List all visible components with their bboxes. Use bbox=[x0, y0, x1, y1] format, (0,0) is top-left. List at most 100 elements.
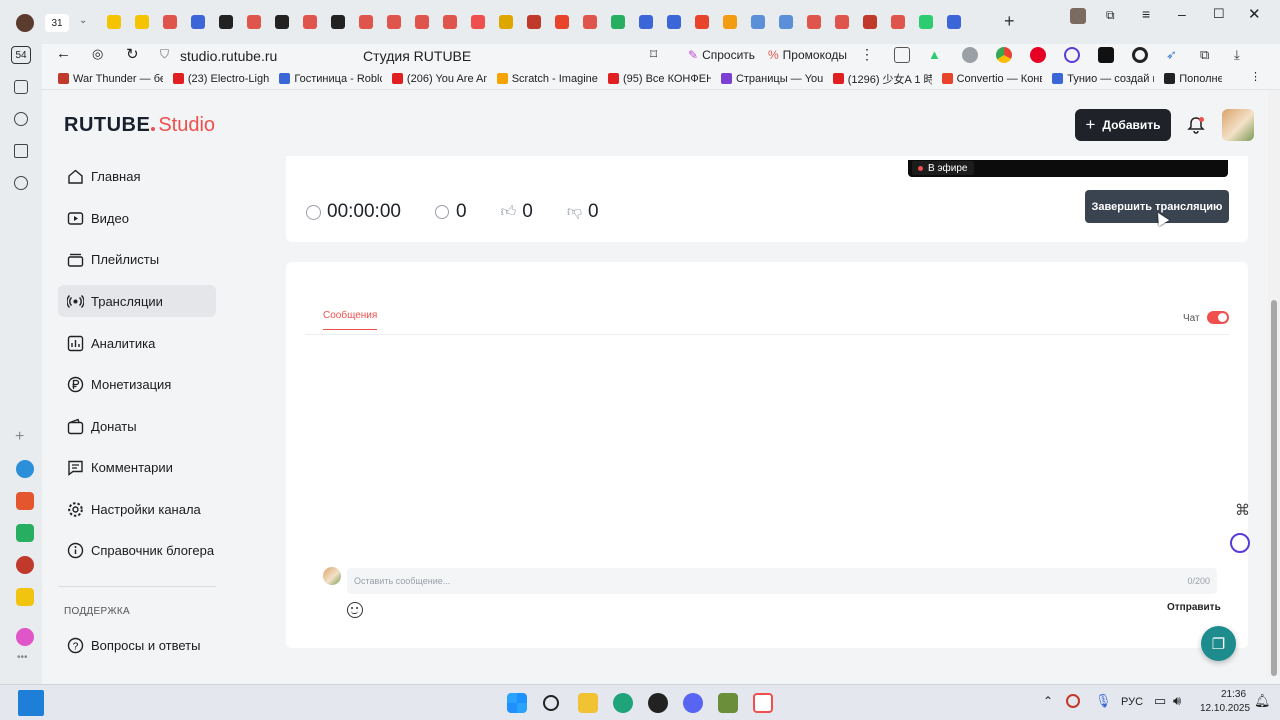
browser-tab-icon[interactable] bbox=[499, 15, 513, 29]
extension-rocket-icon[interactable]: ➶ bbox=[1166, 47, 1182, 63]
bell-icon[interactable] bbox=[1187, 116, 1205, 134]
sidebar-item-wallet[interactable]: Донаты bbox=[58, 410, 216, 442]
promo-button[interactable]: % Промокоды bbox=[768, 48, 847, 62]
extension-s-icon[interactable] bbox=[894, 47, 910, 63]
browser-tab-icon[interactable] bbox=[835, 15, 849, 29]
download-icon[interactable]: ⤓ bbox=[1234, 47, 1250, 63]
browser-tab-icon[interactable] bbox=[527, 15, 541, 29]
browser-tab-icon[interactable] bbox=[891, 15, 905, 29]
sidebar-item-ruble[interactable]: Монетизация bbox=[58, 368, 216, 400]
sidebar-item-gear[interactable]: Настройки канала bbox=[58, 493, 216, 525]
browser-tab-icon[interactable] bbox=[135, 15, 149, 29]
grid-widget-icon[interactable]: ⌘ bbox=[1235, 501, 1250, 519]
shield-icon[interactable]: ◎ bbox=[92, 46, 103, 62]
clock-time[interactable]: 21:36 bbox=[1221, 689, 1246, 700]
more-icon[interactable]: ••• bbox=[17, 652, 28, 663]
chat-toggle[interactable] bbox=[1207, 311, 1229, 324]
bookmark-item[interactable]: War Thunder — бе bbox=[58, 73, 163, 85]
mic-icon[interactable]: 🎙︎ bbox=[1095, 693, 1112, 709]
search-icon[interactable] bbox=[543, 695, 559, 711]
browser-tab-icon[interactable] bbox=[611, 15, 625, 29]
start-left-icon[interactable] bbox=[18, 690, 44, 716]
browser-tab-icon[interactable] bbox=[639, 15, 653, 29]
browser-tab-icon[interactable] bbox=[471, 15, 485, 29]
browser-tab-icon[interactable] bbox=[751, 15, 765, 29]
app-icon-6[interactable] bbox=[16, 628, 34, 646]
bookmark-icon[interactable]: ⌑ bbox=[650, 46, 657, 63]
bookmark-item[interactable]: Convertio — Конв bbox=[941, 73, 1042, 85]
extension-chrome-icon[interactable] bbox=[996, 47, 1012, 63]
notifications-icon[interactable]: 🔔︎ bbox=[1254, 693, 1271, 709]
browser-tab-icon[interactable] bbox=[695, 15, 709, 29]
tab-messages[interactable]: Сообщения bbox=[323, 310, 378, 330]
play-side-icon[interactable] bbox=[14, 176, 28, 190]
bookmark-item[interactable]: Пополне bbox=[1164, 73, 1222, 85]
clock-date[interactable]: 12.10.2025 bbox=[1200, 703, 1250, 714]
message-input[interactable]: Оставить сообщение... 0/200 bbox=[347, 568, 1217, 594]
browser-tab-icon[interactable] bbox=[107, 15, 121, 29]
reload-icon[interactable]: ↻ bbox=[126, 45, 139, 63]
copy-icon[interactable] bbox=[14, 80, 28, 94]
explorer-icon[interactable] bbox=[578, 693, 598, 713]
extension-r-icon[interactable] bbox=[1098, 47, 1114, 63]
history-icon[interactable] bbox=[14, 112, 28, 126]
bookmark-item[interactable]: (1296) 少女A 1 時 bbox=[832, 71, 932, 87]
sidebar-item-analytics[interactable]: Аналитика bbox=[58, 327, 216, 359]
close-window-icon[interactable]: ✕ bbox=[1248, 5, 1261, 23]
support-chat-button[interactable]: ❐ bbox=[1201, 626, 1236, 661]
edge-icon[interactable] bbox=[613, 693, 633, 713]
language-indicator[interactable]: РУС bbox=[1121, 696, 1143, 708]
bookmark-item[interactable]: Гостиница - Roblc bbox=[279, 73, 382, 85]
profile-avatar[interactable] bbox=[16, 14, 34, 32]
app-icon-5[interactable] bbox=[16, 588, 34, 606]
tray-chevron-icon[interactable]: ⌃ bbox=[1043, 694, 1053, 708]
extension-globe-icon[interactable] bbox=[962, 47, 978, 63]
page-scrollbar[interactable] bbox=[1268, 90, 1280, 676]
back-icon[interactable]: ← bbox=[56, 45, 71, 62]
yandex-browser-icon[interactable] bbox=[753, 693, 773, 713]
user-avatar[interactable] bbox=[1222, 109, 1254, 141]
browser-tab-icon[interactable] bbox=[723, 15, 737, 29]
assistant-widget-icon[interactable] bbox=[1230, 533, 1250, 553]
browser-tab-icon[interactable] bbox=[303, 15, 317, 29]
add-button[interactable]: + Добавить bbox=[1075, 109, 1171, 141]
discord-icon[interactable] bbox=[683, 693, 703, 713]
sidebar-item-video[interactable]: Видео bbox=[58, 202, 216, 234]
bookmark-item[interactable]: (23) Electro-Light bbox=[172, 73, 269, 85]
browser-tab-icon[interactable] bbox=[919, 15, 933, 29]
browser-tab-icon[interactable] bbox=[247, 15, 261, 29]
sidebar-item-home[interactable]: Главная bbox=[58, 160, 216, 192]
extension-green-icon[interactable]: ▲ bbox=[928, 47, 944, 63]
maximize-icon[interactable]: ☐ bbox=[1213, 6, 1225, 22]
browser-tab-icon[interactable] bbox=[807, 15, 821, 29]
bookmark-item[interactable]: Scratch - Imagine, bbox=[496, 73, 598, 85]
app-icon-2[interactable] bbox=[16, 492, 34, 510]
bookmark-item[interactable]: (206) You Are An bbox=[391, 73, 487, 85]
browser-tab-icon[interactable] bbox=[163, 15, 177, 29]
new-tab-icon[interactable]: + bbox=[1004, 11, 1015, 32]
browser-tab-icon[interactable] bbox=[667, 15, 681, 29]
browser-tab-icon[interactable] bbox=[275, 15, 289, 29]
menu-icon[interactable]: ≡ bbox=[1142, 6, 1150, 22]
browser-tab-icon[interactable] bbox=[443, 15, 457, 29]
sidebar-item-info[interactable]: Справочник блогера bbox=[58, 534, 216, 566]
monitor-icon[interactable]: ▭ bbox=[1154, 693, 1166, 709]
send-button[interactable]: Отправить bbox=[1167, 602, 1221, 613]
sidebar-item-playlist[interactable]: Плейлисты bbox=[58, 243, 216, 275]
collections-side-icon[interactable] bbox=[14, 144, 28, 158]
app-icon-3[interactable] bbox=[16, 524, 34, 542]
browser-tab-icon[interactable] bbox=[947, 15, 961, 29]
browser-tab-icon[interactable] bbox=[863, 15, 877, 29]
minecraft-icon[interactable] bbox=[718, 693, 738, 713]
browser-tab-icon[interactable] bbox=[359, 15, 373, 29]
add-panel-icon[interactable]: + bbox=[15, 428, 24, 446]
browser-tab-icon[interactable] bbox=[555, 15, 569, 29]
browser-tab-icon[interactable] bbox=[415, 15, 429, 29]
browser-tab-icon[interactable] bbox=[331, 15, 345, 29]
browser-tab-icon[interactable] bbox=[583, 15, 597, 29]
sidebar-item-faq[interactable]: ? Вопросы и ответы bbox=[58, 629, 216, 661]
extension-puzzle-icon[interactable]: ⧉ bbox=[1200, 47, 1216, 63]
sidebar-item-broadcast[interactable]: Трансляции bbox=[58, 285, 216, 317]
bookmark-item[interactable]: Страницы — Youl bbox=[720, 73, 823, 85]
address-text[interactable]: studio.rutube.ru bbox=[180, 48, 277, 64]
